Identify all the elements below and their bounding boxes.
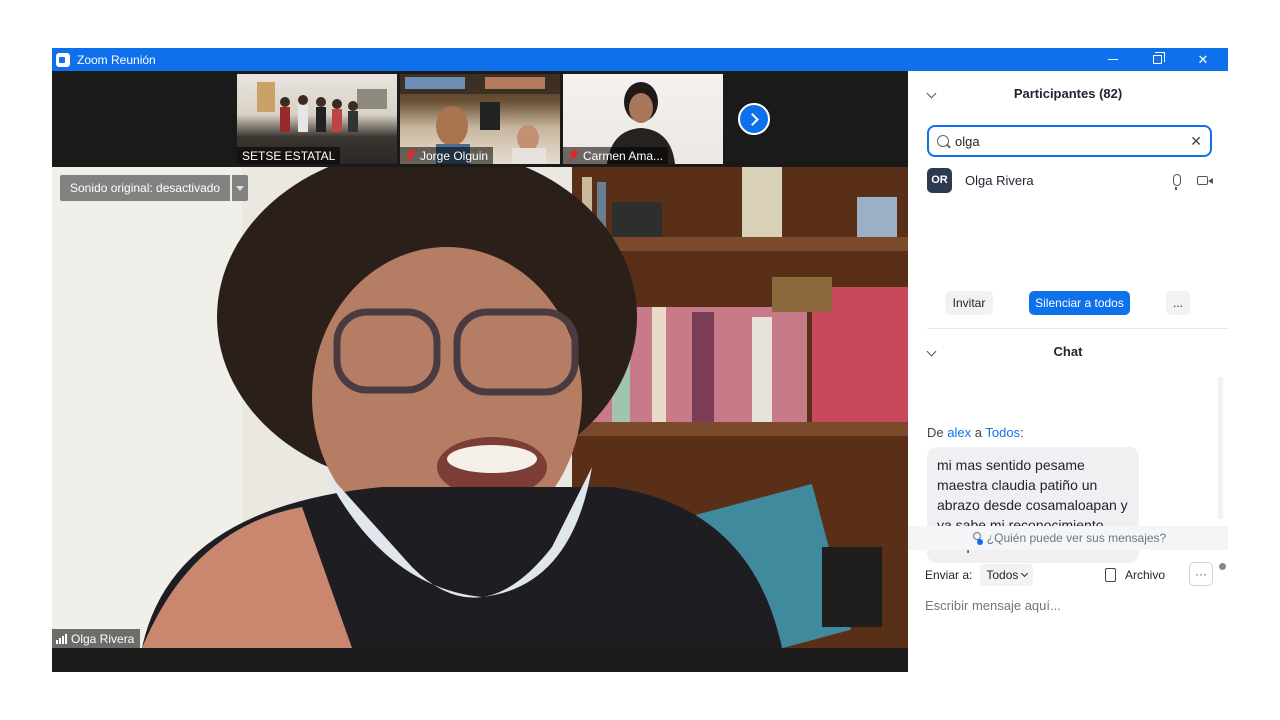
speaker-name-tag: Olga Rivera	[52, 629, 141, 648]
zoom-window: Zoom Reunión ✕ SETSE ESTATAL Jorge Olgui…	[52, 48, 1228, 672]
invite-button[interactable]: Invitar	[945, 291, 993, 315]
participant-search-input[interactable]: olga ✕	[927, 125, 1212, 157]
file-button[interactable]: Archivo	[1105, 564, 1165, 586]
thumbnail-video[interactable]: SETSE ESTATAL	[237, 74, 397, 164]
video-area: SETSE ESTATAL Jorge Olguin Carmen Ama...…	[52, 71, 908, 672]
mute-all-button[interactable]: Silenciar a todos	[1029, 291, 1130, 315]
chat-scroll-thumb[interactable]	[1219, 563, 1226, 570]
thumbnail-name: Jorge Olguin	[400, 147, 494, 164]
participant-name: Olga Rivera	[965, 172, 1034, 188]
search-value[interactable]: olga	[955, 134, 1190, 149]
participant-name: SETSE ESTATAL	[242, 148, 336, 163]
side-panel: Participantes (82) olga ✕ OR Olga Rivera…	[908, 71, 1228, 672]
participant-name: Jorge Olguin	[420, 148, 489, 163]
chat-scrollbar[interactable]	[1218, 377, 1223, 519]
file-icon	[1105, 568, 1116, 582]
microphone-icon[interactable]	[1173, 174, 1181, 190]
file-label: Archivo	[1125, 568, 1166, 582]
send-to-select[interactable]: Todos	[980, 564, 1034, 586]
who-can-see-text: ¿Quién puede ver sus mensajes?	[986, 531, 1167, 545]
person-info-icon	[970, 532, 983, 545]
original-sound-label: Sonido original: desactivado	[60, 175, 231, 201]
collapse-chevron-icon[interactable]	[926, 346, 937, 356]
chevron-down-icon[interactable]	[232, 175, 249, 201]
thumbnail-video[interactable]: Jorge Olguin	[400, 74, 560, 164]
window-title: Zoom Reunión	[77, 52, 156, 67]
participant-row[interactable]: OR Olga Rivera	[927, 167, 1213, 193]
participants-header: Participantes (82)	[908, 71, 1228, 115]
send-to-value: Todos	[986, 568, 1019, 582]
participant-name: Carmen Ama...	[583, 148, 664, 163]
chat-message-input[interactable]: Escribir mensaje aquí...	[925, 598, 1061, 613]
zoom-logo-icon	[56, 52, 70, 67]
speaker-scene	[52, 167, 908, 648]
thumbnail-strip: SETSE ESTATAL Jorge Olguin Carmen Ama...	[52, 71, 908, 167]
who-can-see-link[interactable]: ¿Quién puede ver sus mensajes?	[908, 526, 1228, 550]
chat-header: Chat	[908, 329, 1228, 373]
thumbnail-video[interactable]: Carmen Ama...	[563, 74, 723, 164]
from-prefix: De	[927, 425, 944, 440]
send-to-label: Enviar a:	[925, 568, 973, 582]
active-speaker-video: Sonido original: desactivado Olga Rivera	[52, 167, 908, 648]
more-options-button[interactable]: ...	[1166, 291, 1190, 315]
meta-suffix: :	[1020, 425, 1024, 440]
to-word: a	[974, 425, 982, 440]
restore-button[interactable]	[1134, 48, 1180, 71]
close-icon: ✕	[1197, 51, 1209, 67]
recipient-name[interactable]: Todos	[985, 425, 1020, 440]
video-bottom-bar	[52, 648, 908, 672]
close-button[interactable]: ✕	[1180, 48, 1226, 71]
chat-more-button[interactable]: ···	[1189, 562, 1213, 586]
muted-mic-icon	[568, 150, 579, 161]
chevron-down-icon	[1021, 569, 1029, 578]
restore-icon	[1152, 52, 1165, 64]
thumbnail-name: Carmen Ama...	[563, 147, 669, 164]
chat-title: Chat	[1053, 343, 1083, 359]
collapse-chevron-icon[interactable]	[926, 88, 937, 98]
next-page-button[interactable]	[738, 103, 770, 135]
search-icon	[937, 135, 949, 147]
signal-strength-icon	[56, 633, 67, 644]
avatar: OR	[927, 167, 952, 193]
speaker-name: Olga Rivera	[71, 631, 135, 646]
title-bar: Zoom Reunión ✕	[52, 48, 1228, 71]
original-sound-toggle[interactable]: Sonido original: desactivado	[60, 175, 249, 201]
sender-name[interactable]: alex	[947, 425, 971, 440]
send-to-row: Enviar a: Todos	[925, 564, 1034, 586]
thumbnail-name: SETSE ESTATAL	[237, 147, 341, 164]
video-camera-icon[interactable]	[1197, 175, 1213, 185]
chat-message-meta: De alex a Todos:	[927, 425, 1024, 440]
minimize-button[interactable]	[1090, 48, 1136, 71]
muted-mic-icon	[405, 150, 416, 161]
clear-search-icon[interactable]: ✕	[1190, 133, 1202, 150]
participants-title: Participantes (82)	[1013, 85, 1123, 101]
minimize-icon	[1108, 59, 1118, 60]
